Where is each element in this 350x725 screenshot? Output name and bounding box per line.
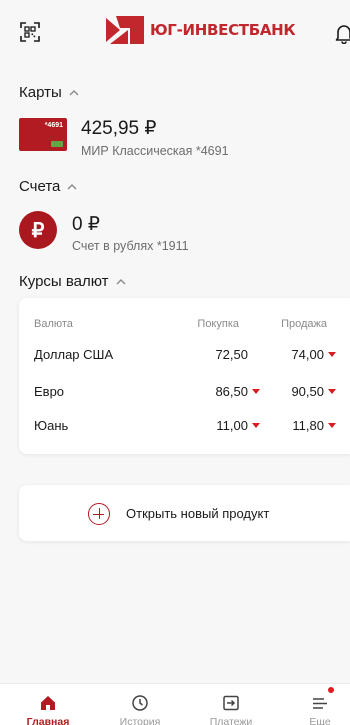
rate-sell-cell: 11,80 — [292, 418, 336, 433]
rate-buy-value: 86,50 — [215, 384, 248, 399]
rate-sell-value: 90,50 — [291, 384, 324, 399]
card-subtitle: МИР Классическая *4691 — [81, 144, 229, 158]
rate-sell-cell: 74,00 — [291, 347, 336, 362]
card-thumbnail[interactable]: *4691 — [19, 118, 67, 151]
bell-icon[interactable] — [333, 22, 350, 44]
chevron-up-icon — [116, 278, 126, 284]
account-subtitle: Счет в рублях *1911 — [72, 239, 189, 253]
rate-buy-cell: 11,00 — [216, 418, 260, 433]
rate-buy-cell: 86,50 — [215, 384, 260, 399]
rate-sell-value: 11,80 — [292, 418, 324, 433]
rate-row: Доллар США 72,50 74,00 — [19, 347, 350, 367]
tab-payments[interactable]: Платежи — [196, 684, 266, 725]
account-balance[interactable]: 0 ₽ — [72, 213, 100, 236]
currency-rates-card: Валюта Покупка Продажа Доллар США 72,50 … — [19, 298, 350, 454]
open-new-product-button[interactable]: Открыть новый продукт — [19, 485, 350, 541]
chevron-up-icon — [67, 183, 77, 189]
menu-icon — [313, 698, 327, 709]
home-icon — [41, 696, 55, 710]
rates-header-currency: Валюта — [34, 318, 73, 330]
bank-logo-mark-icon — [106, 16, 144, 44]
mir-logo-icon — [51, 141, 63, 147]
ruble-account-icon[interactable]: ₽ — [19, 211, 57, 249]
bank-logo-text: ЮГ-ИНВЕСТБАНК — [150, 21, 296, 39]
bottom-tab-bar: Главная История Платежи Еще — [0, 683, 350, 725]
rates-header-sell: Продажа — [281, 318, 327, 330]
rate-currency-name: Юань — [34, 418, 69, 433]
cards-section-title: Карты — [19, 84, 62, 101]
trend-down-icon — [252, 423, 260, 428]
open-new-product-label: Открыть новый продукт — [126, 506, 270, 521]
clock-icon — [132, 695, 148, 711]
tab-payments-label: Платежи — [209, 716, 253, 725]
chevron-up-icon — [69, 89, 79, 95]
trend-down-icon — [328, 423, 336, 428]
rate-sell-cell: 90,50 — [291, 384, 336, 399]
card-balance[interactable]: 425,95 ₽ — [81, 117, 156, 140]
rate-buy-cell: 72,50 — [215, 347, 260, 362]
plus-circle-icon — [88, 503, 110, 525]
rate-buy-value: 72,50 — [215, 347, 248, 362]
bank-logo: ЮГ-ИНВЕСТБАНК — [106, 16, 296, 44]
tab-history[interactable]: История — [105, 684, 175, 725]
trend-down-icon — [252, 389, 260, 394]
card-thumbnail-number: *4691 — [44, 122, 63, 129]
tab-more[interactable]: Еще — [285, 684, 350, 725]
tab-more-label: Еще — [309, 716, 331, 725]
trend-down-icon — [328, 352, 336, 357]
rate-currency-name: Доллар США — [34, 347, 114, 362]
rates-section-title: Курсы валют — [19, 273, 109, 290]
app-header: ЮГ-ИНВЕСТБАНК — [0, 0, 350, 66]
accounts-section-title: Счета — [19, 178, 61, 195]
rate-sell-value: 74,00 — [291, 347, 324, 362]
cards-section-header[interactable]: Карты — [19, 84, 80, 101]
rates-header-buy: Покупка — [197, 318, 239, 330]
rate-row: Евро 86,50 90,50 — [19, 384, 350, 404]
tab-history-label: История — [119, 716, 161, 725]
tab-home-label: Главная — [26, 716, 70, 725]
accounts-section-header[interactable]: Счета — [19, 178, 78, 195]
notification-dot-icon — [328, 687, 334, 693]
rate-buy-value: 11,00 — [216, 418, 248, 433]
rates-section-header[interactable]: Курсы валют — [19, 273, 127, 290]
trend-down-icon — [328, 389, 336, 394]
rate-row: Юань 11,00 11,80 — [19, 418, 350, 438]
rate-currency-name: Евро — [34, 384, 65, 399]
transfer-icon — [223, 695, 239, 711]
tab-home[interactable]: Главная — [13, 684, 83, 725]
qr-scan-icon[interactable] — [20, 22, 40, 42]
